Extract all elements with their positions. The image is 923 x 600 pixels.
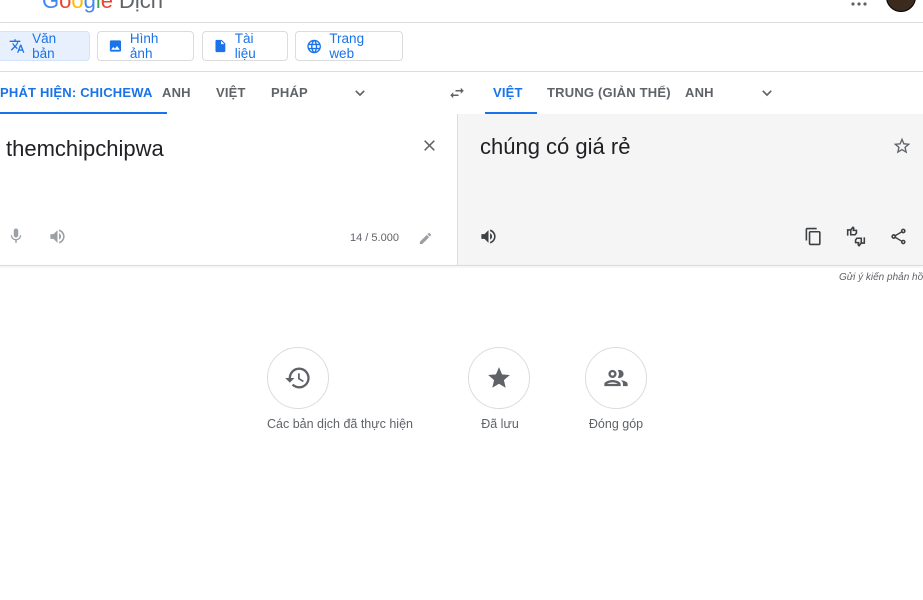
history-icon	[285, 367, 310, 389]
logo-letter: e	[100, 0, 114, 13]
history-label: Các bản dịch đã thực hiện	[267, 417, 413, 431]
target-lang-tab-english[interactable]: ANH	[685, 72, 714, 114]
translate-icon	[9, 39, 25, 53]
clear-source-close-icon[interactable]	[421, 137, 438, 154]
product-name: Dịch	[119, 0, 164, 13]
panel-bottom-divider	[0, 265, 923, 266]
mode-text-label: Văn bản	[32, 31, 57, 61]
logo-letter: o	[59, 0, 72, 13]
logo-letter: g	[83, 0, 96, 13]
contribute-button[interactable]	[585, 347, 647, 409]
google-translate-logo[interactable]: Google Dịch	[42, 0, 163, 14]
source-lang-tab-french[interactable]: PHÁP	[271, 72, 308, 114]
star-icon	[488, 367, 510, 388]
mode-document-label: Tài liệu	[234, 31, 256, 61]
target-lang-tab-vietnamese[interactable]: VIỆT	[485, 72, 537, 114]
character-count: 14 / 5.000	[350, 232, 399, 244]
mode-document-button[interactable]: Tài liệu	[202, 31, 288, 61]
mode-website-label: Trang web	[329, 31, 365, 61]
target-lang-more-chevron-down-icon[interactable]	[759, 85, 775, 101]
share-translation-icon[interactable]	[889, 227, 908, 246]
mode-text-button[interactable]: Văn bản	[0, 31, 90, 61]
source-panel: themchipchipwa 14 / 5.000	[0, 114, 458, 265]
contribute-label: Đóng góp	[588, 417, 644, 431]
language-bar: PHÁT HIỆN: CHICHEWA ANH VIỆT PHÁP VIỆT T…	[0, 72, 923, 115]
target-panel: chúng có giá rẻ	[458, 114, 923, 265]
logo-letter: G	[42, 0, 60, 13]
source-text-input[interactable]: themchipchipwa	[6, 136, 164, 162]
listen-translation-speaker-icon[interactable]	[479, 227, 498, 246]
microphone-icon[interactable]	[7, 227, 25, 245]
listen-source-speaker-icon[interactable]	[48, 227, 67, 246]
avatar[interactable]	[886, 0, 916, 12]
saved-label: Đã lưu	[481, 417, 519, 431]
people-icon	[604, 369, 628, 387]
document-icon	[215, 39, 226, 53]
send-feedback-link[interactable]: Gửi ý kiến phản hồi	[839, 272, 923, 283]
mode-image-label: Hình ảnh	[129, 31, 159, 61]
save-translation-star-icon[interactable]	[892, 136, 912, 156]
mode-website-button[interactable]: Trang web	[295, 31, 403, 61]
handwriting-pencil-icon[interactable]	[418, 231, 433, 246]
image-icon	[109, 40, 122, 52]
top-bar: Google Dịch	[0, 0, 923, 23]
copy-translation-icon[interactable]	[804, 227, 823, 246]
swap-languages-icon[interactable]	[447, 84, 467, 102]
translation-output: chúng có giá rẻ	[480, 134, 631, 159]
target-lang-tab-chinese-simplified[interactable]: TRUNG (GIẢN THỂ)	[547, 72, 671, 114]
globe-icon	[307, 39, 321, 53]
logo-letter: o	[71, 0, 84, 13]
saved-button[interactable]	[468, 347, 530, 409]
rate-translation-thumbs-icon[interactable]	[845, 226, 867, 247]
history-button[interactable]	[267, 347, 329, 409]
source-lang-more-chevron-down-icon[interactable]	[352, 85, 368, 101]
source-lang-tab-vietnamese[interactable]: VIỆT	[216, 72, 246, 114]
apps-grid-icon[interactable]	[850, 0, 868, 8]
mode-image-button[interactable]: Hình ảnh	[97, 31, 194, 61]
source-lang-detected-tab[interactable]: PHÁT HIỆN: CHICHEWA	[0, 72, 167, 114]
source-lang-tab-english[interactable]: ANH	[162, 72, 191, 114]
